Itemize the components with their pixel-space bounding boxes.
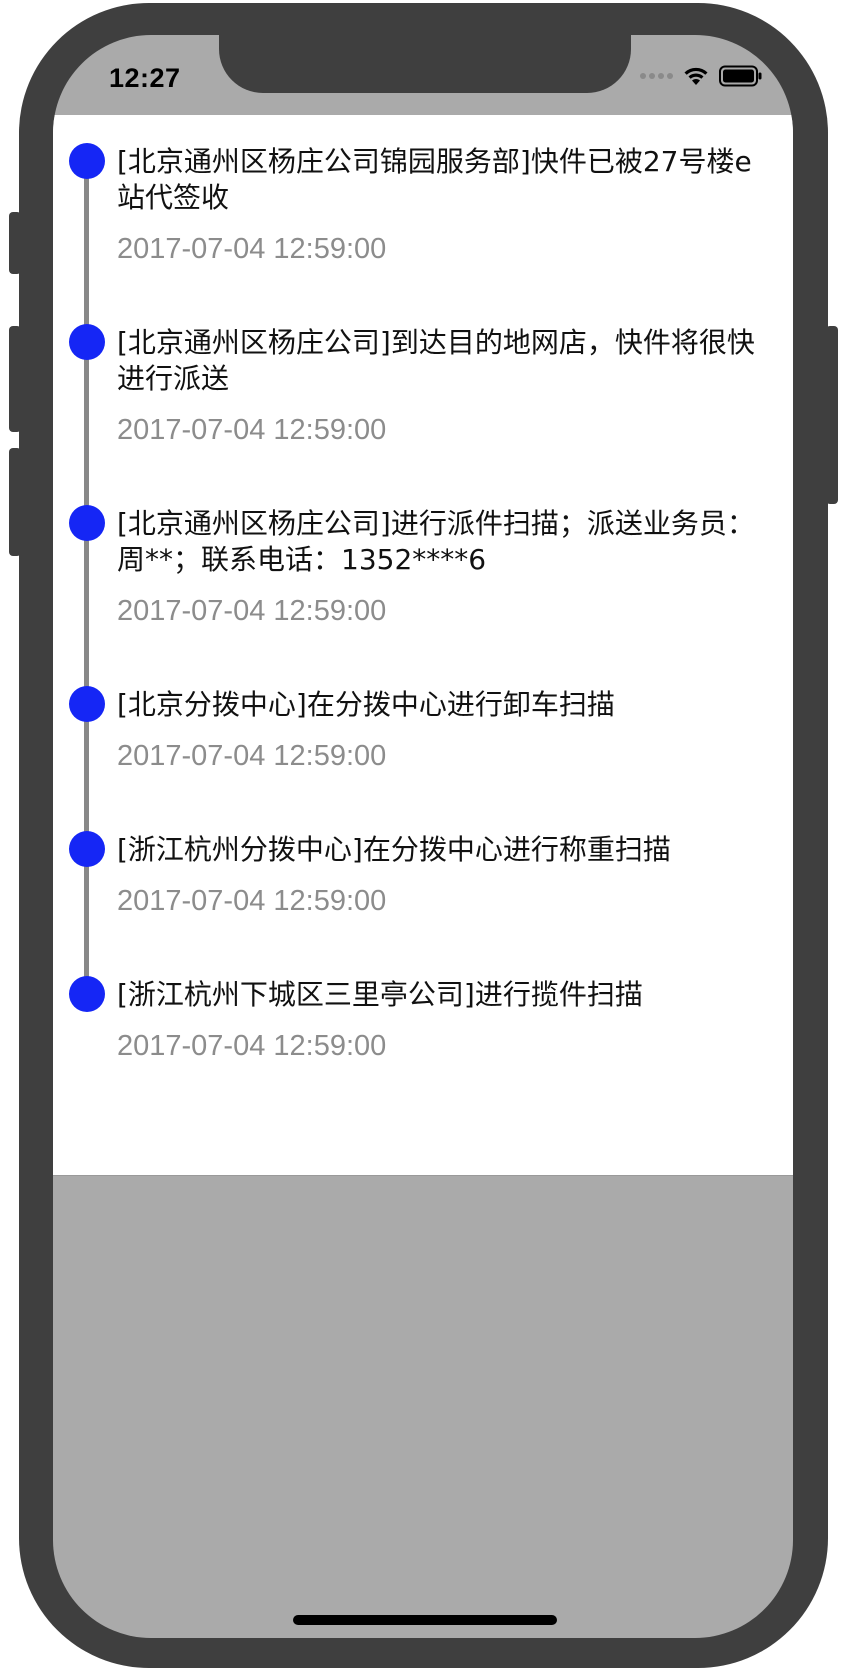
battery-icon <box>719 65 762 87</box>
timeline-line <box>84 161 89 992</box>
timeline-item-title: [北京通州区杨庄公司锦园服务部]快件已被27号楼e站代签收 <box>117 145 752 214</box>
timeline-item-time: 2017-07-04 12:59:00 <box>117 885 387 917</box>
timeline-item-time: 2017-07-04 12:59:00 <box>117 414 387 446</box>
timeline-item-title: [浙江杭州分拨中心]在分拨中心进行称重扫描 <box>117 833 671 866</box>
timeline-dot-icon <box>69 686 105 722</box>
signal-dots-icon <box>640 73 673 79</box>
timeline-dot-icon <box>69 831 105 867</box>
timeline-item-title: [北京分拨中心]在分拨中心进行卸车扫描 <box>117 688 615 721</box>
timeline-item-title: [浙江杭州下城区三里亭公司]进行揽件扫描 <box>117 978 643 1011</box>
timeline-dot-icon <box>69 324 105 360</box>
timeline-item-title: [北京通州区杨庄公司]进行派件扫描；派送业务员：周**；联系电话：1352***… <box>117 507 755 576</box>
status-bar-time: 12:27 <box>109 63 181 93</box>
notch <box>219 35 631 93</box>
timeline-item-title: [北京通州区杨庄公司]到达目的地网店，快件将很快进行派送 <box>117 326 755 395</box>
tracking-timeline[interactable]: [北京通州区杨庄公司锦园服务部]快件已被27号楼e站代签收 2017-07-04… <box>53 115 793 1176</box>
timeline-dot-icon <box>69 505 105 541</box>
timeline-item-time: 2017-07-04 12:59:00 <box>117 1030 387 1062</box>
timeline-item-time: 2017-07-04 12:59:00 <box>117 740 387 772</box>
timeline-item-time: 2017-07-04 12:59:00 <box>117 595 387 627</box>
status-bar-icons <box>640 65 763 87</box>
device-stage: 12:27 [北京通州区杨庄公司锦园服务部]快件已被27号楼e站代签收 2017… <box>0 0 846 1676</box>
timeline-dot-icon <box>69 143 105 179</box>
timeline-dot-icon <box>69 976 105 1012</box>
home-indicator[interactable] <box>293 1615 557 1625</box>
timeline-item-time: 2017-07-04 12:59:00 <box>117 233 387 265</box>
wifi-icon <box>684 67 708 85</box>
phone-screen: 12:27 [北京通州区杨庄公司锦园服务部]快件已被27号楼e站代签收 2017… <box>53 35 793 1638</box>
